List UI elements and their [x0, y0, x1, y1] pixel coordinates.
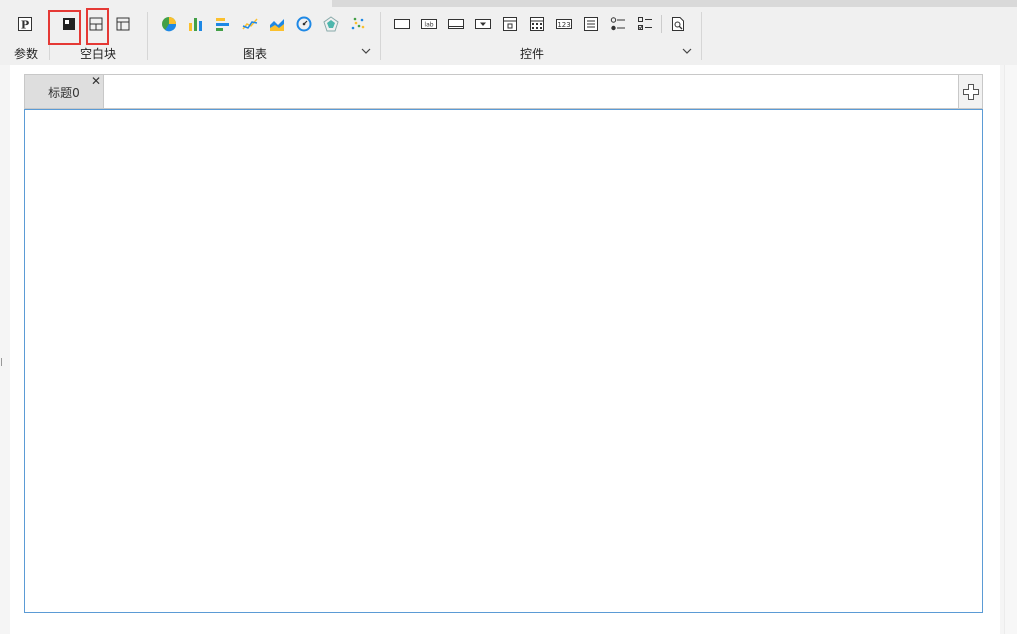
chart-group-label: 图表	[243, 47, 268, 61]
toolbar-separator	[147, 12, 148, 60]
number-widget-text: 123	[557, 21, 570, 29]
area-chart-icon[interactable]	[266, 13, 288, 35]
plus-icon	[962, 83, 979, 100]
pie-chart-icon[interactable]	[158, 13, 180, 35]
add-tab-button[interactable]	[958, 75, 982, 108]
line-chart-icon[interactable]	[239, 13, 261, 35]
tab-layout-bar: 标题0 ✕	[24, 74, 983, 109]
checkbox-group-icon[interactable]	[634, 13, 656, 35]
blank-block-group: 空白块	[58, 7, 146, 65]
button-widget-icon[interactable]	[445, 13, 467, 35]
widget-group-label: 控件	[520, 47, 545, 61]
blank-block-group-label: 空白块	[80, 47, 117, 61]
window-top-strip	[0, 0, 1017, 7]
ribbon-toolbar: P 参数 空白块 图表 lab 123 控件	[0, 7, 1017, 65]
text-box-icon[interactable]	[391, 13, 413, 35]
radar-chart-icon[interactable]	[320, 13, 342, 35]
bar-chart-icon[interactable]	[212, 13, 234, 35]
tab-title-0[interactable]: 标题0 ✕	[25, 75, 104, 108]
param-group-label: 参数	[14, 47, 39, 61]
absolute-layout-icon[interactable]	[58, 13, 80, 35]
chart-group: 图表	[158, 7, 376, 65]
list-widget-icon[interactable]	[580, 13, 602, 35]
tab-close-icon[interactable]: ✕	[91, 75, 102, 87]
split-layout-icon[interactable]	[85, 13, 107, 35]
svg-text:P: P	[21, 19, 29, 32]
param-p-icon[interactable]: P	[14, 13, 36, 35]
number-widget-icon[interactable]: 123	[553, 13, 575, 35]
date-widget-icon[interactable]	[499, 13, 521, 35]
design-canvas: 标题0 ✕	[10, 65, 1000, 634]
table-layout-icon[interactable]	[112, 13, 134, 35]
gauge-chart-icon[interactable]	[293, 13, 315, 35]
vertical-scrollbar[interactable]	[1004, 65, 1017, 634]
param-group: P 参数	[14, 7, 48, 65]
widget-separator	[661, 15, 662, 33]
column-chart-icon[interactable]	[185, 13, 207, 35]
label-widget-icon[interactable]: lab	[418, 13, 440, 35]
toolbar-separator	[49, 12, 50, 60]
label-widget-text: lab	[424, 22, 433, 29]
chart-group-expand-chevron-icon[interactable]	[360, 45, 372, 57]
calendar-widget-icon[interactable]	[526, 13, 548, 35]
widget-group-expand-chevron-icon[interactable]	[681, 45, 693, 57]
toolbar-separator	[701, 12, 702, 60]
query-button-icon[interactable]	[667, 13, 689, 35]
left-panel-grip-icon[interactable]	[0, 356, 3, 368]
tab-content-panel[interactable]	[24, 109, 983, 613]
active-ribbon-tab[interactable]	[0, 0, 332, 7]
scatter-chart-icon[interactable]	[347, 13, 369, 35]
radio-group-icon[interactable]	[607, 13, 629, 35]
widget-group: lab 123 控件	[391, 7, 697, 65]
toolbar-separator	[380, 12, 381, 60]
dropdown-widget-icon[interactable]	[472, 13, 494, 35]
